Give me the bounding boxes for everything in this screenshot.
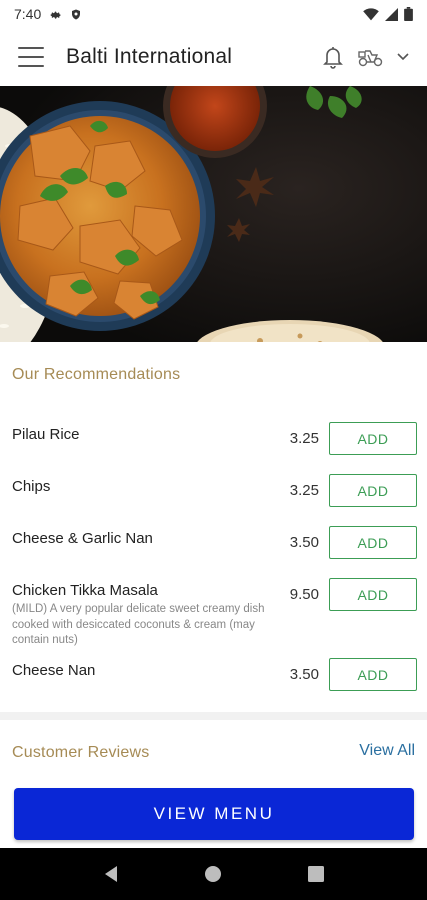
- menu-item: Pilau Rice 3.25 ADD: [0, 412, 427, 464]
- shield-icon: [70, 8, 82, 21]
- menu-item: Cheese & Garlic Nan 3.50 ADD: [0, 516, 427, 568]
- add-button[interactable]: ADD: [329, 422, 417, 455]
- recommendations-heading: Our Recommendations: [12, 366, 181, 383]
- system-nav-bar: [0, 848, 427, 900]
- chevron-down-icon[interactable]: [397, 53, 409, 61]
- home-icon[interactable]: [193, 854, 233, 894]
- settings-icon: [49, 8, 62, 21]
- wifi-icon: [363, 7, 379, 21]
- back-icon[interactable]: [91, 854, 131, 894]
- battery-icon: [404, 7, 413, 21]
- item-name: Chips: [12, 478, 51, 495]
- bell-icon[interactable]: [321, 44, 345, 70]
- add-button[interactable]: ADD: [329, 474, 417, 507]
- signal-icon: [385, 7, 398, 21]
- recents-icon[interactable]: [296, 854, 336, 894]
- item-price: 3.25: [289, 430, 319, 447]
- view-all-reviews-link[interactable]: View All: [359, 742, 415, 760]
- status-bar: 7:40: [0, 0, 427, 28]
- add-button[interactable]: ADD: [329, 578, 417, 611]
- item-price: 3.25: [289, 482, 319, 499]
- status-time: 7:40: [14, 6, 42, 22]
- page-title: Balti International: [66, 45, 233, 68]
- item-name: Chicken Tikka Masala: [12, 582, 158, 599]
- add-button[interactable]: ADD: [329, 658, 417, 691]
- view-menu-button[interactable]: VIEW MENU: [14, 788, 414, 840]
- menu-item: Chicken Tikka Masala (MILD) A very popul…: [0, 568, 427, 648]
- item-name: Cheese & Garlic Nan: [12, 530, 153, 547]
- add-button[interactable]: ADD: [329, 526, 417, 559]
- item-price: 3.50: [289, 534, 319, 551]
- item-name: Pilau Rice: [12, 426, 80, 443]
- item-name: Cheese Nan: [12, 662, 96, 679]
- hero-food-image: [0, 86, 427, 342]
- item-price: 9.50: [289, 586, 319, 603]
- section-divider: [0, 712, 427, 720]
- reviews-heading: Customer Reviews: [12, 744, 150, 761]
- menu-item: Chips 3.25 ADD: [0, 464, 427, 516]
- item-description: (MILD) A very popular delicate sweet cre…: [12, 603, 265, 646]
- menu-item: Cheese Nan 3.50 ADD: [0, 648, 427, 700]
- app-bar: Balti International: [0, 28, 427, 86]
- item-price: 3.50: [289, 666, 319, 683]
- delivery-scooter-icon[interactable]: [357, 46, 385, 68]
- hamburger-menu-icon[interactable]: [18, 47, 44, 67]
